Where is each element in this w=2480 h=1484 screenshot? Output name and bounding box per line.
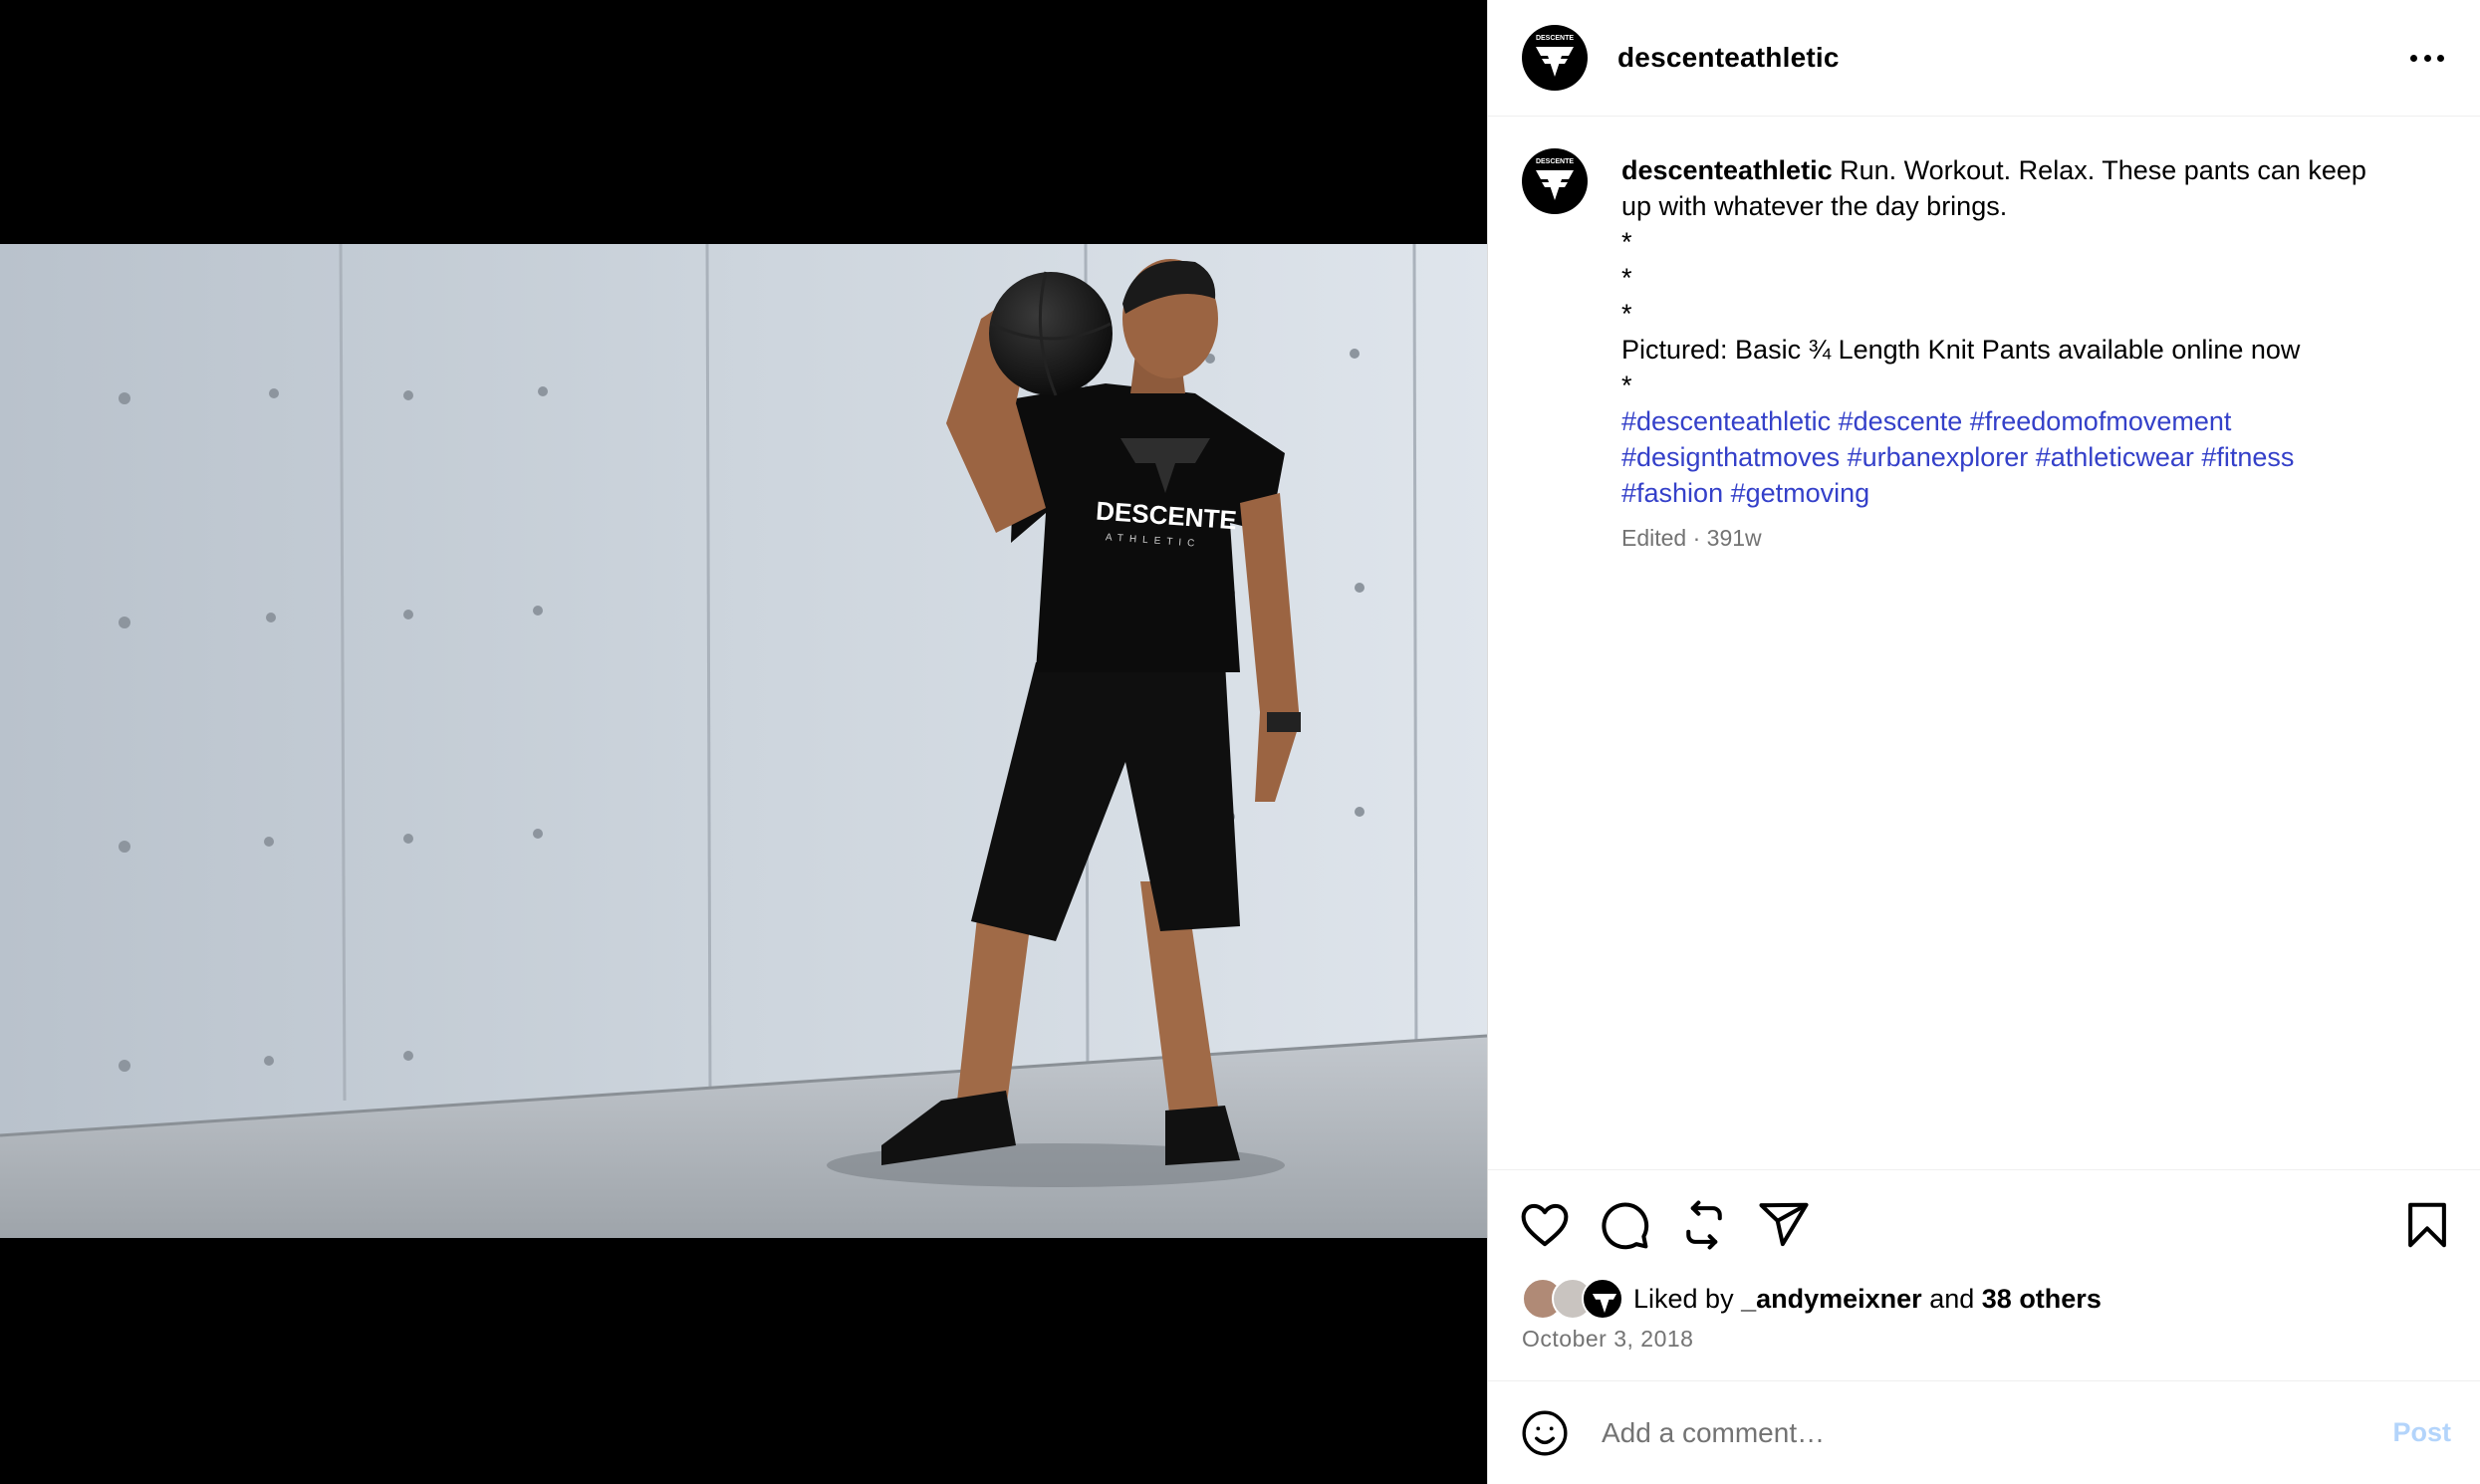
likes-others-link[interactable]: 38 others [1982,1284,2102,1315]
hashtag-line[interactable]: #designthatmoves #urbanexplorer #athleti… [1621,439,2408,475]
caption-meta: Edited · 391w [1621,525,1762,551]
descente-logo-icon [1592,1294,1617,1314]
post-date[interactable]: October 3, 2018 [1522,1326,1693,1353]
post-caption: DESCENTE descenteathletic Run. Workout. … [1488,117,2480,1169]
action-icons-row [1518,1198,2454,1254]
liker-username[interactable]: _andymeixner [1741,1284,1922,1315]
svg-text:DESCENTE: DESCENTE [1536,35,1574,42]
media-area: DESCENTE ATHLETIC [0,0,1487,1484]
post-side-panel: DESCENTE descenteathletic DESCENTE desce… [1487,0,2480,1484]
caption-line: * [1621,263,1632,293]
emoji-icon[interactable] [1520,1408,1570,1458]
bookmark-icon[interactable] [2400,1198,2454,1252]
caption-line: * [1621,299,1632,329]
post-comment-button[interactable]: Post [2392,1417,2451,1448]
likes-summary: Liked by _andymeixner and 38 others [1522,1277,2102,1321]
caption-avatar[interactable]: DESCENTE [1522,148,1588,214]
post-header: DESCENTE descenteathletic [1488,0,2480,117]
comment-input[interactable]: Add a comment… [1602,1417,2392,1449]
comment-icon[interactable] [1598,1198,1651,1252]
caption-text: descenteathletic Run. Workout. Relax. Th… [1621,152,2408,553]
caption-line: descenteathletic Run. Workout. Relax. Th… [1621,155,2366,185]
avatar [1582,1278,1623,1320]
photo-illustration: DESCENTE ATHLETIC [0,244,1487,1238]
caption-line: * [1621,371,1632,400]
caption-line: Pictured: Basic ¾ Length Knit Pants avai… [1621,335,2301,365]
likes-and: and [1929,1283,1975,1314]
heart-icon[interactable] [1518,1198,1572,1252]
hashtag-line[interactable]: #fashion #getmoving [1621,475,2408,511]
descente-logo-icon: DESCENTE [1536,35,1574,77]
share-icon[interactable] [1757,1198,1811,1252]
hashtag-line[interactable]: #descenteathletic #descente #freedomofmo… [1621,403,2408,439]
likes-prefix: Liked by [1633,1283,1734,1314]
caption-line: up with whatever the day brings. [1621,191,2008,221]
comment-bar: Add a comment… Post [1488,1380,2480,1484]
repost-icon[interactable] [1677,1198,1731,1252]
caption-line: * [1621,227,1632,257]
post-dialog: DESCENTE ATHLETIC DESCENTE descenteathle… [0,0,2480,1484]
descente-logo-icon: DESCENTE [1536,158,1574,200]
author-avatar[interactable]: DESCENTE [1522,25,1588,91]
caption-username[interactable]: descenteathletic [1621,155,1833,185]
liker-avatars[interactable] [1522,1277,1629,1321]
more-options-icon[interactable] [2407,40,2447,76]
svg-text:DESCENTE: DESCENTE [1536,158,1574,165]
author-username[interactable]: descenteathletic [1617,42,1840,74]
post-photo[interactable]: DESCENTE ATHLETIC [0,244,1487,1238]
